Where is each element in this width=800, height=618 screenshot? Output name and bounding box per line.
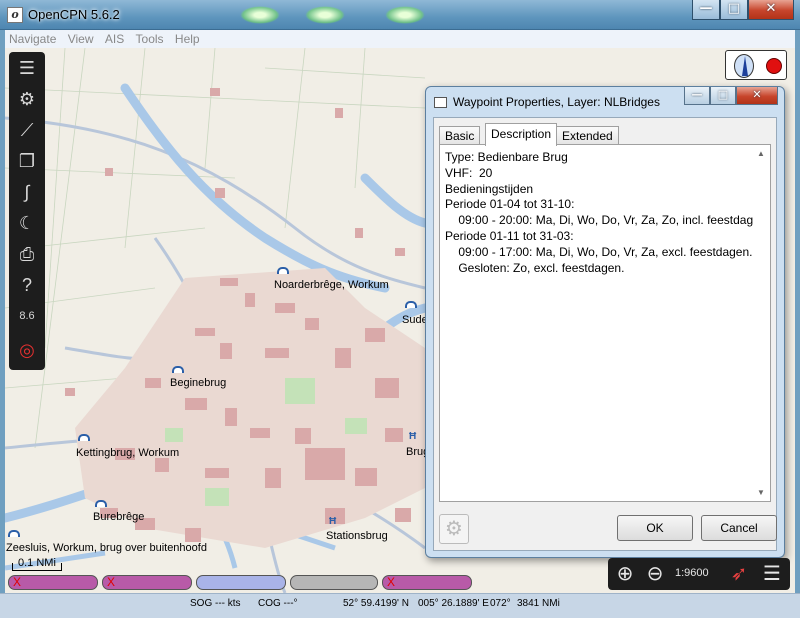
description-textarea[interactable]: Type: Bedienbare Brug VHF: 20 Bedienings… [445, 150, 770, 497]
menu-bar: Navigate View AIS Tools Help [5, 30, 795, 48]
distance-readout: 3841 NMi [517, 598, 560, 609]
route-icon[interactable]: ⟋ [13, 116, 41, 144]
tab-extended[interactable]: Extended [556, 126, 619, 145]
tab-description[interactable]: Description [485, 123, 558, 146]
menu-help[interactable]: Help [171, 30, 204, 48]
dialog-body: Basic Description Extended Type: Bedienb… [433, 117, 777, 551]
minimize-button[interactable]: — [692, 0, 720, 20]
documents-icon[interactable]: ❐ [13, 147, 41, 175]
night-mode-icon[interactable]: ☾ [13, 209, 41, 237]
bridge-marker-icon[interactable]: Ħ [409, 432, 419, 442]
tide-icon[interactable]: 8.6 [13, 302, 41, 330]
scroll-up-icon[interactable]: ▲ [757, 149, 765, 158]
scale-label: 0.1 NMi [18, 557, 56, 569]
status-bar: SOG --- kts COG ---° 52° 59.4199' N 005°… [0, 593, 800, 618]
track-icon[interactable]: ∫ [13, 178, 41, 206]
taskbar-glow [240, 6, 280, 24]
bridge-marker-icon[interactable]: Ħ [329, 517, 339, 527]
help-icon[interactable]: ? [13, 271, 41, 299]
scroll-down-icon[interactable]: ▼ [757, 488, 765, 497]
description-scrollbar[interactable]: ▲ ▼ [753, 146, 769, 500]
unavailable-x-icon: X [107, 575, 116, 589]
cog-readout: COG ---° [258, 598, 298, 609]
chart-pill[interactable]: X [382, 575, 472, 590]
map-label: Sude [402, 314, 428, 326]
map-label: Kettingbrug, Workum [76, 447, 180, 459]
menu-view[interactable]: View [64, 30, 98, 48]
maximize-button[interactable]: □ [720, 0, 748, 20]
map-label: Zeesluis, Workum, brug over buitenhoofd [6, 542, 207, 554]
gps-status-icon [766, 58, 782, 74]
taskbar-glow [385, 6, 425, 24]
chart-pill[interactable] [290, 575, 378, 590]
dialog-close-button[interactable]: ✕ [736, 87, 778, 105]
dialog-settings-gear-icon[interactable]: ⚙ [439, 514, 469, 544]
tab-basic[interactable]: Basic [439, 126, 481, 145]
compass-north-icon [734, 54, 754, 78]
bridge-marker-icon[interactable] [78, 434, 90, 441]
bridge-marker-icon[interactable] [277, 267, 289, 274]
dialog-title: Waypoint Properties, Layer: NLBridges [453, 95, 660, 109]
mob-lifebuoy-icon[interactable]: ◎ [13, 336, 41, 364]
bearing-readout: 072° [490, 598, 511, 609]
longitude-readout: 005° 26.1889' E [418, 598, 489, 609]
map-label: Burebrêge [93, 511, 145, 523]
chart-pill[interactable]: X [102, 575, 192, 590]
taskbar-glow [305, 6, 345, 24]
close-button[interactable]: ✕ [748, 0, 794, 20]
left-toolbar: ☰ ⚙ ⟋ ❐ ∫ ☾ ⎙ ? 8.6 ◎ [9, 52, 45, 370]
cancel-button[interactable]: Cancel [701, 515, 777, 541]
dialog-maximize-button[interactable]: □ [710, 87, 736, 105]
dialog-window-icon [434, 97, 447, 108]
chart-pill[interactable]: X [8, 575, 98, 590]
waypoint-properties-dialog: Waypoint Properties, Layer: NLBridges — … [425, 86, 785, 558]
window-titlebar: o OpenCPN 5.6.2 — □ ✕ [0, 0, 800, 30]
settings-gear-icon[interactable]: ⚙ [13, 85, 41, 113]
bridge-marker-icon[interactable] [172, 366, 184, 373]
menu-tools[interactable]: Tools [132, 30, 168, 48]
unavailable-x-icon: X [387, 575, 396, 589]
window-title: OpenCPN 5.6.2 [28, 7, 120, 22]
sog-readout: SOG --- kts [190, 598, 241, 609]
bridge-marker-icon[interactable] [405, 301, 417, 308]
bridge-marker-icon[interactable] [8, 530, 20, 537]
map-label: Noarderbrêge, Workum [274, 279, 389, 291]
menu-navigate[interactable]: Navigate [5, 30, 60, 48]
print-icon[interactable]: ⎙ [13, 240, 41, 268]
menu-ais[interactable]: AIS [101, 30, 128, 48]
map-label: Beginebrug [170, 377, 227, 389]
compass-widget[interactable] [725, 50, 787, 80]
latitude-readout: 52° 59.4199' N [343, 598, 409, 609]
dialog-minimize-button[interactable]: — [684, 87, 710, 105]
chart-pill[interactable] [196, 575, 286, 590]
bridge-marker-icon[interactable] [95, 500, 107, 507]
unavailable-x-icon: X [13, 575, 22, 589]
description-panel: Type: Bedienbare Brug VHF: 20 Bedienings… [439, 144, 771, 502]
ok-button[interactable]: OK [617, 515, 693, 541]
app-logo-icon: o [7, 7, 23, 23]
chart-piano-bar: X X X [0, 574, 800, 592]
map-label: Stationsbrug [326, 530, 388, 542]
menu-icon[interactable]: ☰ [13, 54, 41, 82]
